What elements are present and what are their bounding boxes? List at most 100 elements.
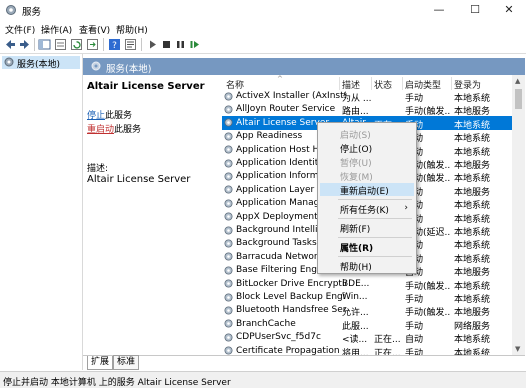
context-menu-item: 启动(S) [320,127,414,141]
menu-bar: 文件(F) 操作(A) 查看(V) 帮助(H) [0,21,526,36]
column-divider[interactable] [339,77,340,90]
column-divider[interactable] [451,77,452,90]
context-menu-item[interactable]: 属性(R) [320,240,414,254]
pane-header: 服务(本地) [83,58,525,75]
service-gear-icon [224,333,233,342]
context-menu-item-label: 启动(S) [340,131,371,141]
submenu-arrow-icon: › [404,203,408,213]
context-menu-separator [338,256,412,257]
back-arrow-icon[interactable] [4,38,17,51]
forward-arrow-icon[interactable] [18,38,31,51]
refresh-icon[interactable] [70,38,83,51]
table-row[interactable]: Block Level Backup Engi... Win... 手动 本地系统 [222,291,512,305]
tab-extended[interactable]: 扩展 [87,356,114,370]
status-text: 停止并启动 本地计算机 上的服务 Altair License Server [3,378,231,388]
service-logon-cell: 本地系统 [454,348,491,355]
properties-icon[interactable] [124,38,137,51]
service-name-cell: AllJoyn Router Service [236,104,336,115]
menu-action[interactable]: 操作(A) [41,23,72,36]
column-divider[interactable] [371,77,372,90]
service-name-cell: Certificate Propagation [236,345,340,355]
service-description-cell: BDE... [342,278,370,289]
console-tree: 服务(本地) [0,54,83,370]
service-gear-icon [224,239,233,248]
stop-service-link[interactable]: 停止 [87,108,105,121]
context-menu-item: 恢复(M) [320,169,414,183]
pause-service-icon[interactable] [174,38,187,51]
context-menu-item-label: 属性(R) [340,244,374,254]
sort-chevron-icon: ^ [277,75,283,83]
maximize-button[interactable]: ☐ [458,0,492,20]
service-name-cell: Block Level Backup Engi... [236,292,346,302]
vertical-scrollbar[interactable]: ▲ ▼ [512,75,525,355]
service-gear-icon [224,346,233,355]
context-menu-item: 暂停(U) [320,155,414,169]
column-divider[interactable] [402,77,403,90]
service-title: Altair License Server [87,81,205,92]
service-gear-icon [224,226,233,234]
service-gear-icon [224,266,233,275]
service-name-cell: BranchCache [236,318,296,329]
table-row[interactable]: BitLocker Drive Encryptio...BDE...手动(触发.… [222,277,512,292]
restart-service-suffix: 此服务 [114,125,142,135]
service-gear-icon [224,293,233,301]
description-label: 描述: [87,164,109,174]
context-menu-item[interactable]: 停止(O) [320,141,414,155]
service-gear-icon [224,185,233,194]
table-row[interactable]: Certificate Propagation 将用... 正在... 手动 本地系统 [222,344,512,355]
stop-service-suffix: 此服务 [105,111,133,121]
services-gear-icon [6,5,16,15]
view-icon[interactable] [54,38,67,51]
toolbar-separator [34,38,35,51]
menu-file[interactable]: 文件(F) [5,23,35,36]
context-menu-item-label: 停止(O) [340,145,373,155]
pane-header-title: 服务(本地) [106,64,152,75]
table-row[interactable]: ActiveX Installer (AxInstSV)为从 ...手动本地系统 [222,90,512,104]
scroll-down-icon[interactable]: ▼ [515,345,520,353]
svg-text:?: ? [112,41,117,51]
context-menu-separator [338,199,412,200]
scroll-thumb[interactable] [515,89,522,109]
console-tree-icon[interactable] [38,38,51,51]
service-gear-icon [224,172,233,181]
table-row[interactable]: BranchCache 此服... 手动 网络服务 [222,317,512,332]
menu-help[interactable]: 帮助(H) [116,23,148,36]
restart-service-link[interactable]: 重启动 [87,122,114,135]
tab-standard[interactable]: 标准 [113,355,140,370]
restart-service-icon[interactable] [188,38,201,51]
toolbar-separator [103,38,104,51]
context-menu-item[interactable]: 帮助(H) [320,259,414,273]
window-title: 服务 [22,7,42,18]
table-row[interactable]: CDPUserSvc_f5d7c <读... 正在... 自动 本地系统 [222,331,512,345]
minimize-button[interactable]: — [422,0,456,20]
toolbar-separator [141,38,142,51]
tree-item-label: 服务(本地) [17,60,61,70]
service-gear-icon [224,159,233,167]
tree-item-services-local[interactable]: 服务(本地) [2,56,80,70]
scroll-up-icon[interactable]: ▲ [515,77,520,85]
help-icon[interactable]: ? [108,38,121,51]
close-button[interactable]: ✕ [492,0,526,20]
context-menu-separator [338,237,412,238]
context-menu-item-label: 恢复(M) [340,173,373,183]
start-service-icon[interactable] [146,38,159,51]
table-row[interactable]: Bluetooth Handsfree Ser... 允许... 手动(触发... 本… [222,304,512,318]
service-gear-icon [224,92,233,100]
table-row[interactable]: AllJoyn Router Service 路由... 手动(触发... 本地服务 [222,103,512,117]
service-gear-icon [224,145,233,154]
stop-service-icon[interactable] [160,38,173,51]
toolbar: ? [0,36,526,54]
service-name-cell: ActiveX Installer (AxInstSV) [236,91,346,101]
service-gear-icon [224,118,233,127]
service-name-cell: CDPUserSvc_f5d7c [236,332,321,343]
context-menu-item[interactable]: 所有任务(K) › [320,202,414,216]
menu-view[interactable]: 查看(V) [79,23,110,36]
service-gear-icon [224,319,233,328]
export-icon[interactable] [86,38,99,51]
context-menu-item[interactable]: 刷新(F) [320,221,414,235]
context-menu-item[interactable]: 重新启动(E) [320,183,414,197]
status-bar: 停止并启动 本地计算机 上的服务 Altair License Server [0,371,526,388]
context-menu-item-label: 重新启动(E) [340,187,389,197]
service-gear-icon [224,306,233,315]
service-name-cell: BitLocker Drive Encryptio... [236,278,346,289]
